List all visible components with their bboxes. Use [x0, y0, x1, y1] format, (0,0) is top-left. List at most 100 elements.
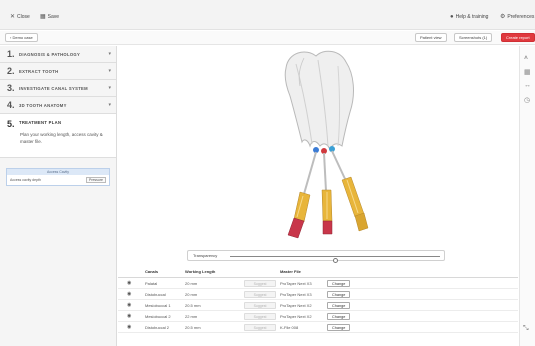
close-button[interactable]: ✕ Close	[10, 14, 30, 20]
endo-file-right	[331, 150, 369, 232]
table-row: ◉ Distobuccal 2 20.5 mm Suggest K-File 008 Ch…	[118, 322, 518, 333]
change-button[interactable]: Change	[327, 313, 351, 320]
tooth-model-render	[284, 50, 369, 239]
help-label: Help & training	[455, 14, 489, 20]
endo-file-middle	[321, 152, 333, 235]
master-file-value: ProTaper Next X2	[280, 303, 312, 308]
step-label: 3D TOOTH ANATOMY	[19, 102, 67, 108]
save-label: Save	[47, 14, 60, 20]
canal-name: Distobuccal	[145, 292, 166, 297]
step-3d-tooth-anatomy[interactable]: 4. 3D TOOTH ANATOMY ▾	[0, 97, 116, 114]
transparency-slider-thumb[interactable]	[332, 258, 338, 263]
suggest-button[interactable]: Suggest	[244, 313, 276, 320]
working-length-value: 20.5 mm	[185, 325, 201, 330]
step-extract-tooth[interactable]: 2. EXTRACT TOOTH ▾	[0, 63, 116, 80]
close-icon: ✕	[10, 14, 16, 20]
demo-case-button[interactable]: ‹ Demo case	[5, 33, 38, 42]
change-button[interactable]: Change	[327, 324, 351, 331]
endo-file-left	[287, 151, 317, 239]
table-row: ◉ Palatal 20 mm Suggest ProTaper Next X3 Chan…	[118, 278, 518, 289]
chevron-down-icon: ▾	[108, 102, 111, 108]
suggest-button[interactable]: Suggest	[244, 280, 276, 287]
eye-icon[interactable]: ◉	[127, 311, 131, 322]
table-row: ◉ Distobuccal 20 mm Suggest ProTaper Next X3…	[118, 289, 518, 300]
step-number: 5.	[7, 119, 15, 129]
access-cavity-depth-select[interactable]: Pressure	[85, 177, 106, 183]
master-file-value: ProTaper Next X3	[280, 281, 312, 286]
canal-name: Distobuccal 2	[145, 325, 170, 330]
create-report-button[interactable]: Create report	[501, 33, 535, 42]
grid-icon[interactable]: ▦	[524, 68, 531, 76]
resize-icon[interactable]: ⤡	[523, 325, 529, 333]
canal-name: Mesiobuccal 2	[145, 314, 171, 319]
header-master-file: Master File	[280, 269, 301, 274]
table-header: Canals Working Length Master File	[118, 266, 518, 278]
step-number: 2.	[7, 66, 15, 76]
step-label: EXTRACT TOOTH	[19, 68, 59, 74]
table-row: ◉ Mesiobuccal 1 20.5 mm Suggest ProTaper Nex…	[118, 300, 518, 311]
patient-view-button[interactable]: Patient view	[415, 33, 447, 42]
working-length-value: 20 mm	[185, 292, 198, 297]
step-investigate-canal-system[interactable]: 3. INVESTIGATE CANAL SYSTEM ▾	[0, 80, 116, 97]
working-length-value: 22 mm	[185, 314, 198, 319]
view-toolbar: ⩚ ▦ ↔ ◷	[519, 46, 535, 346]
step-label: DIAGNOSIS & PATHOLOGY	[19, 51, 81, 57]
master-file-value: ProTaper Next X2	[280, 314, 312, 319]
step-description: Plan your working length, access cavity …	[20, 132, 103, 144]
person-view-icon[interactable]: ⩚	[524, 54, 528, 62]
save-icon: ▦	[40, 14, 46, 20]
change-button[interactable]: Change	[327, 291, 351, 298]
demo-case-label: Demo case	[12, 35, 33, 40]
eye-icon[interactable]: ◉	[127, 278, 131, 289]
access-cavity-row: Access cavity depth Pressure	[7, 175, 109, 185]
step-label: TREATMENT PLAN	[19, 120, 62, 125]
step-number: 4.	[7, 100, 15, 110]
eye-icon[interactable]: ◉	[127, 322, 131, 333]
canal-name: Mesiobuccal 1	[145, 303, 171, 308]
access-cavity-depth-label: Access cavity depth	[10, 178, 41, 182]
workflow-sidebar: 1. DIAGNOSIS & PATHOLOGY ▾ 2. EXTRACT TO…	[0, 46, 117, 346]
suggest-button[interactable]: Suggest	[244, 291, 276, 298]
action-bar: ‹ Demo case Patient view Screenshots (1)…	[0, 31, 535, 45]
screenshots-button[interactable]: Screenshots (1)	[454, 33, 493, 42]
transparency-label: Transparency	[193, 253, 218, 258]
step-diagnosis-pathology[interactable]: 1. DIAGNOSIS & PATHOLOGY ▾	[0, 46, 116, 63]
chevron-down-icon: ▾	[108, 68, 111, 74]
transparency-slider-track[interactable]	[230, 256, 440, 263]
save-button[interactable]: ▦ Save	[40, 14, 59, 20]
table-row: ◉ Mesiobuccal 2 22 mm Suggest ProTaper Next …	[118, 311, 518, 322]
measure-icon[interactable]: ↔	[524, 82, 531, 89]
working-length-value: 20.5 mm	[185, 303, 201, 308]
3d-viewport[interactable]	[118, 46, 518, 256]
header-working-length: Working Length	[185, 269, 216, 274]
change-button[interactable]: Change	[327, 280, 351, 287]
canal-table: Canals Working Length Master File ◉ Palat…	[118, 266, 518, 333]
step-label: INVESTIGATE CANAL SYSTEM	[19, 85, 88, 91]
tooth-model	[284, 50, 354, 152]
access-cavity-panel: Access Cavity Access cavity depth Pressu…	[6, 168, 110, 186]
help-icon: ●	[450, 14, 454, 20]
eye-icon[interactable]: ◉	[127, 289, 131, 300]
step-number: 1.	[7, 49, 15, 59]
step-treatment-plan[interactable]: 5. TREATMENT PLAN Plan your working leng…	[0, 114, 116, 158]
header-canals: Canals	[145, 269, 159, 274]
close-label: Close	[17, 14, 30, 20]
chevron-down-icon: ▾	[108, 85, 111, 91]
help-training-button[interactable]: ● Help & training	[450, 14, 488, 20]
top-bar: ✕ Close ▦ Save ● Help & training ⚙ Prefe…	[0, 0, 535, 30]
preferences-label: Preferences	[507, 14, 535, 20]
canal-name: Palatal	[145, 281, 158, 286]
change-button[interactable]: Change	[327, 302, 351, 309]
clock-icon[interactable]: ◷	[524, 96, 530, 104]
suggest-button[interactable]: Suggest	[244, 324, 276, 331]
suggest-button[interactable]: Suggest	[244, 302, 276, 309]
eye-icon[interactable]: ◉	[127, 300, 131, 311]
preferences-button[interactable]: ⚙ Preferences	[500, 14, 534, 20]
working-length-value: 20 mm	[185, 281, 198, 286]
gear-icon: ⚙	[500, 14, 506, 20]
master-file-value: K-File 008	[280, 325, 299, 330]
master-file-value: ProTaper Next X3	[280, 292, 312, 297]
transparency-control: Transparency	[187, 250, 445, 263]
chevron-down-icon: ▾	[108, 51, 111, 57]
step-number: 3.	[7, 83, 15, 93]
